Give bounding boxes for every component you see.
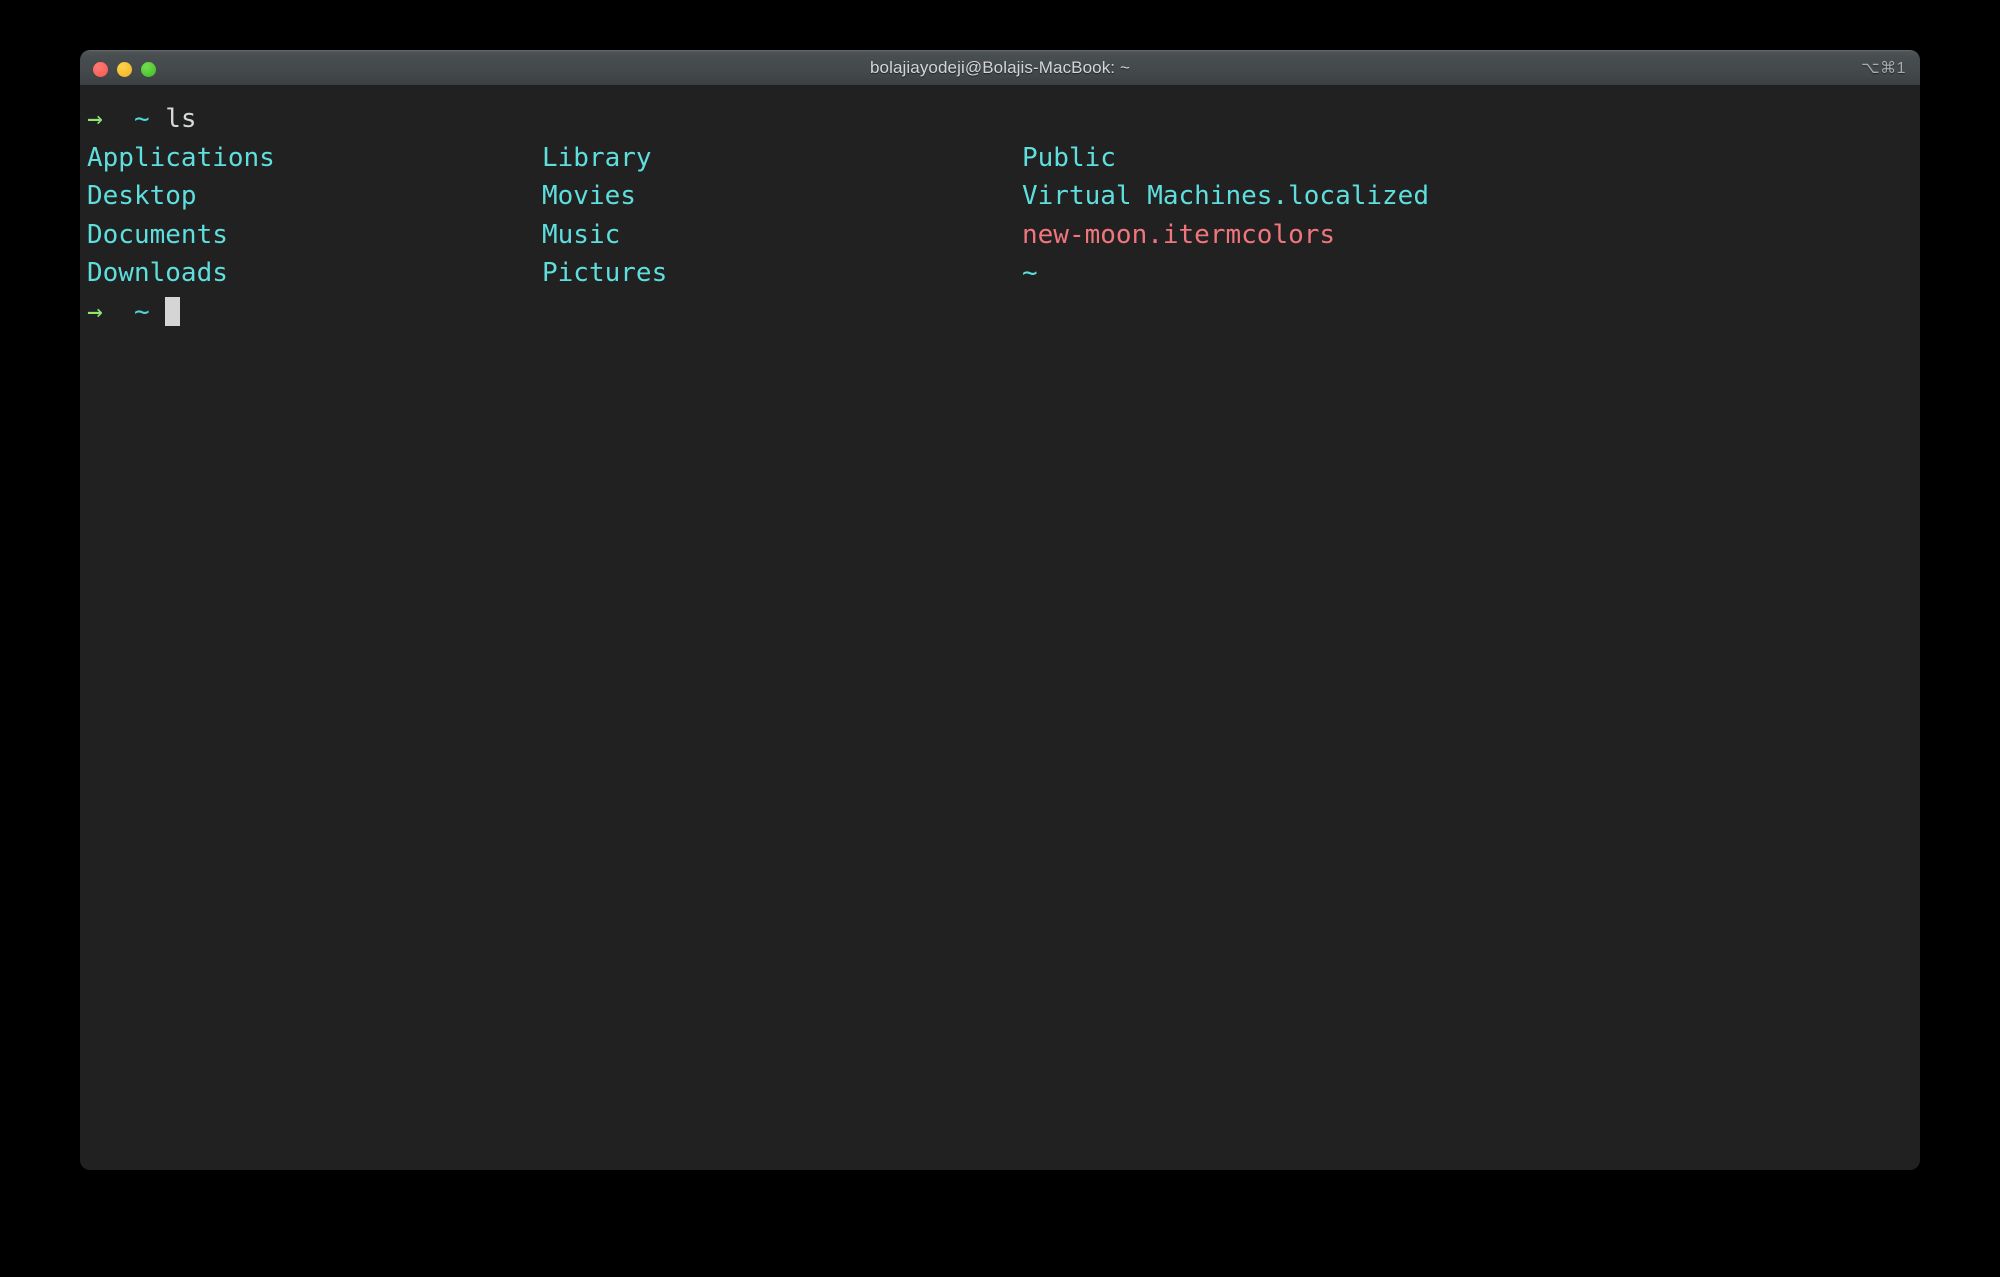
ls-entry[interactable]: Library bbox=[542, 139, 652, 178]
minimize-window-button[interactable] bbox=[117, 61, 132, 77]
window-titlebar[interactable]: bolajiayodeji@Bolajis-MacBook: ~ ⌥⌘1 bbox=[80, 50, 1920, 86]
window-title: bolajiayodeji@Bolajis-MacBook: ~ bbox=[869, 58, 1130, 77]
prompt-space-2 bbox=[150, 104, 166, 134]
prompt-arrow-icon: → bbox=[87, 104, 103, 134]
prompt-path: ~ bbox=[133, 104, 150, 134]
ls-entry[interactable]: Downloads bbox=[87, 254, 228, 293]
ls-entry[interactable]: Music bbox=[542, 216, 620, 255]
ls-entry[interactable]: Movies bbox=[542, 177, 636, 216]
traffic-light-group bbox=[93, 51, 156, 87]
terminal-body[interactable]: → ~ ls Applications Library Public Deskt… bbox=[80, 86, 1920, 1170]
close-window-button[interactable] bbox=[93, 61, 108, 77]
ls-output-row: Documents Music new-moon.itermcolors bbox=[87, 216, 1920, 255]
terminal-command-line: → ~ ls bbox=[87, 100, 1920, 139]
prompt-space-4 bbox=[150, 297, 166, 327]
terminal-window[interactable]: bolajiayodeji@Bolajis-MacBook: ~ ⌥⌘1 → ~… bbox=[80, 50, 1920, 1170]
hotkey-badge: ⌥⌘1 bbox=[1861, 60, 1906, 77]
ls-output-row: Desktop Movies Virtual Machines.localize… bbox=[87, 177, 1920, 216]
desktop-background: bolajiayodeji@Bolajis-MacBook: ~ ⌥⌘1 → ~… bbox=[0, 0, 2000, 1277]
text-cursor bbox=[165, 296, 181, 326]
ls-output-row: Downloads Pictures ~ bbox=[87, 254, 1920, 293]
ls-entry[interactable]: Virtual Machines.localized bbox=[1022, 177, 1429, 216]
maximize-window-button[interactable] bbox=[141, 61, 156, 77]
prompt-path: ~ bbox=[133, 296, 150, 327]
ls-entry[interactable]: new-moon.itermcolors bbox=[1022, 216, 1335, 255]
entered-command: ls bbox=[165, 104, 197, 134]
ls-entry[interactable]: Desktop bbox=[87, 177, 197, 216]
ls-entry[interactable]: ~ bbox=[1022, 254, 1038, 293]
ls-entry[interactable]: Documents bbox=[87, 216, 228, 255]
prompt-arrow-icon: → bbox=[87, 296, 103, 327]
ls-entry[interactable]: Pictures bbox=[542, 254, 667, 293]
ls-entry[interactable]: Applications bbox=[87, 139, 275, 178]
terminal-active-prompt[interactable]: → ~ bbox=[87, 293, 1920, 332]
prompt-space-3 bbox=[103, 297, 134, 327]
ls-output-row: Applications Library Public bbox=[87, 139, 1920, 178]
prompt-space-1 bbox=[103, 104, 134, 134]
ls-entry[interactable]: Public bbox=[1022, 139, 1116, 178]
